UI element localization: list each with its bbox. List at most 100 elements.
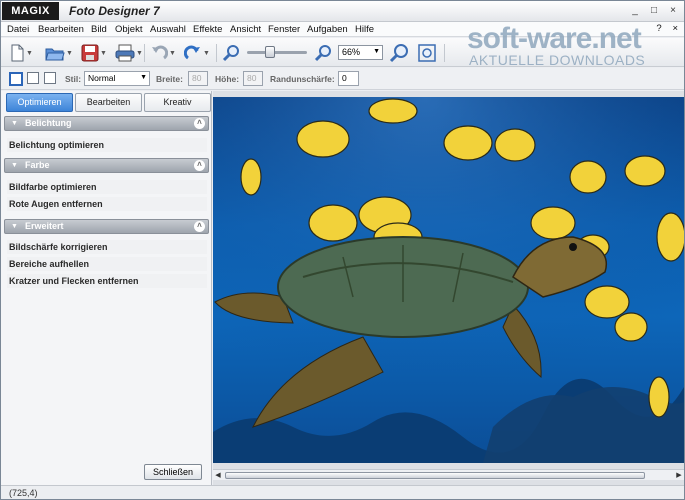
zoom-out-icon	[222, 45, 239, 62]
section-title: Erweitert	[25, 221, 64, 231]
list-item[interactable]: Rote Augen entfernen	[7, 197, 207, 211]
menu-right-controls: ? ×	[656, 23, 678, 34]
list-item[interactable]: Bildschärfe korrigieren	[7, 240, 207, 254]
rectangle-selection-icon[interactable]	[9, 72, 23, 86]
horizontal-scrollbar[interactable]: ◀ ▶	[213, 469, 684, 480]
hoehe-label: Höhe:	[215, 74, 240, 84]
menu-auswahl[interactable]: Auswahl	[150, 24, 186, 35]
chevron-down-icon: ▼	[66, 49, 73, 57]
zoom-fit-button[interactable]	[417, 43, 437, 63]
chevron-down-icon: ▼	[140, 74, 147, 81]
collapse-icon[interactable]: ˄	[194, 160, 205, 171]
app-title: Foto Designer 7	[69, 4, 160, 18]
new-document-button[interactable]: ▼	[9, 43, 33, 63]
zoom-slider-track[interactable]	[247, 51, 307, 54]
toolbar-separator	[444, 44, 445, 62]
title-bar: MAGIX Foto Designer 7 _ □ ×	[1, 1, 684, 22]
undo-icon	[152, 45, 168, 60]
section-erweitert[interactable]: ▼ Erweitert ˄	[4, 219, 209, 234]
menu-effekte[interactable]: Effekte	[193, 24, 222, 35]
stil-select[interactable]: Normal ▼	[84, 71, 150, 86]
tab-bearbeiten[interactable]: Bearbeiten	[75, 93, 142, 112]
maximize-button[interactable]: □	[649, 5, 659, 17]
print-button[interactable]: ▼	[115, 43, 143, 63]
chevron-down-icon: ▼	[169, 49, 176, 57]
open-folder-icon	[45, 48, 65, 61]
breite-input[interactable]: 80	[188, 71, 208, 86]
collapse-icon[interactable]: ˄	[194, 118, 205, 129]
toolbar-separator	[216, 44, 217, 62]
menu-aufgaben[interactable]: Aufgaben	[307, 24, 348, 35]
list-item[interactable]: Belichtung optimieren	[7, 138, 207, 152]
add-selection-icon[interactable]	[27, 72, 39, 84]
tab-optimieren[interactable]: Optimieren	[6, 93, 73, 112]
undo-button[interactable]: ▼	[150, 43, 176, 63]
section-belichtung[interactable]: ▼ Belichtung ˄	[4, 116, 209, 131]
open-button[interactable]: ▼	[45, 43, 73, 63]
chevron-down-icon: ▼	[26, 49, 33, 57]
close-panel-button[interactable]: Schließen	[144, 464, 202, 480]
tasks-panel: Optimieren Bearbeiten Kreativ ▼ Belichtu…	[1, 91, 212, 485]
scroll-left-icon[interactable]: ◀	[213, 471, 223, 479]
scroll-right-icon[interactable]: ▶	[674, 471, 684, 479]
close-window-button[interactable]: ×	[668, 5, 678, 17]
menu-fenster[interactable]: Fenster	[268, 24, 300, 35]
collapse-icon[interactable]: ˄	[194, 221, 205, 232]
section-farbe[interactable]: ▼ Farbe ˄	[4, 158, 209, 173]
sea-turtle-photo	[213, 97, 684, 463]
panel-tabs: Optimieren Bearbeiten Kreativ	[6, 93, 211, 112]
toolbar-separator	[144, 44, 145, 62]
minimize-button[interactable]: _	[630, 5, 640, 17]
list-item[interactable]: Bereiche aufhellen	[7, 257, 207, 271]
save-button[interactable]: ▼	[81, 43, 107, 63]
zoom-in-icon	[314, 45, 331, 62]
randunschaerfe-input[interactable]: 0	[338, 71, 359, 86]
watermark-subtitle: AKTUELLE DOWNLOADS	[469, 52, 646, 68]
scrollbar-thumb[interactable]	[225, 472, 645, 479]
zoom-out-button[interactable]	[222, 43, 240, 63]
zoom-100-button[interactable]	[389, 43, 409, 63]
cursor-coordinates: (725,4)	[9, 488, 38, 498]
redo-icon	[184, 45, 200, 60]
stil-label: Stil:	[65, 74, 82, 84]
menu-datei[interactable]: Datei	[7, 24, 29, 35]
subtract-selection-icon[interactable]	[44, 72, 56, 84]
zoom-level-select[interactable]: 66% ▼	[338, 45, 383, 60]
tab-kreativ[interactable]: Kreativ	[144, 93, 211, 112]
menu-ansicht[interactable]: Ansicht	[230, 24, 261, 35]
menu-objekt[interactable]: Objekt	[115, 24, 142, 35]
new-document-icon	[11, 44, 24, 62]
list-item[interactable]: Bildfarbe optimieren	[7, 180, 207, 194]
options-bar: Stil: Normal ▼ Breite: 80 Höhe: 80 Randu…	[1, 68, 684, 90]
watermark: soft-ware.net AKTUELLE DOWNLOADS	[467, 22, 646, 68]
image-canvas-area: ◀ ▶	[213, 91, 684, 485]
menu-bearbeiten[interactable]: Bearbeiten	[38, 24, 84, 35]
breite-label: Breite:	[156, 74, 183, 84]
window-controls: _ □ ×	[630, 5, 678, 17]
section-title: Belichtung	[25, 118, 72, 128]
hoehe-input[interactable]: 80	[243, 71, 263, 86]
zoom-in-button[interactable]	[314, 43, 332, 63]
photo-canvas[interactable]	[213, 97, 684, 463]
save-icon	[81, 44, 99, 62]
help-button[interactable]: ?	[656, 23, 661, 34]
chevron-down-icon: ▼	[373, 48, 380, 55]
redo-button[interactable]: ▼	[184, 43, 210, 63]
zoom-slider-handle[interactable]	[265, 46, 275, 58]
list-item[interactable]: Kratzer und Flecken entfernen	[7, 274, 207, 288]
status-bar: (725,4)	[1, 485, 684, 499]
chevron-down-icon: ▼	[203, 49, 210, 57]
brand-logo: MAGIX	[2, 2, 59, 20]
zoom-fit-icon	[418, 44, 436, 62]
close-document-button[interactable]: ×	[672, 23, 678, 34]
menu-hilfe[interactable]: Hilfe	[355, 24, 374, 35]
watermark-title: soft-ware.net	[467, 22, 642, 55]
zoom-100-icon	[389, 44, 408, 63]
menu-bild[interactable]: Bild	[91, 24, 107, 35]
triangle-down-icon: ▼	[11, 162, 18, 169]
randunschaerfe-label: Randunschärfe:	[270, 74, 335, 84]
chevron-down-icon: ▼	[136, 49, 143, 57]
app-window: MAGIX Foto Designer 7 _ □ × Datei Bearbe…	[0, 0, 685, 500]
chevron-down-icon: ▼	[100, 49, 107, 57]
triangle-down-icon: ▼	[11, 120, 18, 127]
